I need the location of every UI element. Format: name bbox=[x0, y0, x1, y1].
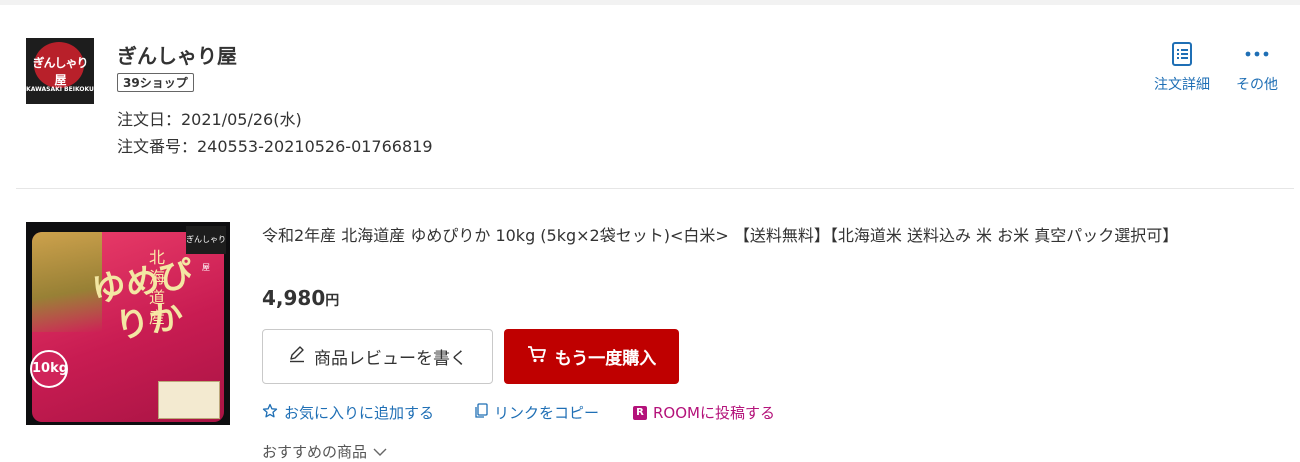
add-favorite-label: お気に入りに追加する bbox=[284, 404, 435, 422]
post-to-room-label: ROOMに投稿する bbox=[653, 404, 775, 422]
copy-icon bbox=[474, 402, 488, 423]
logo-text: ぎんしゃり屋 bbox=[32, 56, 88, 87]
product-title[interactable]: 令和2年産 北海道産 ゆめぴりか 10kg (5kg×2袋セット)<白米> 【送… bbox=[262, 224, 1272, 247]
write-review-button[interactable]: 商品レビューを書く bbox=[262, 329, 493, 384]
order-detail-label: 注文詳細 bbox=[1154, 77, 1210, 93]
copy-link-label: リンクをコピー bbox=[494, 404, 600, 422]
price-value: 4,980 bbox=[262, 286, 326, 310]
product-image[interactable]: ゆめぴりか 北海道産 10kg ぎんしゃり屋 bbox=[26, 222, 230, 425]
product-price: 4,980円 bbox=[262, 286, 339, 310]
image-weight-badge: 10kg bbox=[30, 350, 68, 388]
copy-link[interactable]: リンクをコピー bbox=[474, 402, 599, 423]
order-number: 注文番号：240553-20210526-01766819 bbox=[117, 137, 433, 156]
image-shop-logo: ぎんしゃり屋 bbox=[186, 226, 226, 272]
recommended-label: おすすめの商品 bbox=[262, 443, 368, 461]
room-icon: R bbox=[633, 405, 647, 420]
add-favorite-link[interactable]: お気に入りに追加する bbox=[262, 402, 434, 423]
chevron-down-icon bbox=[373, 443, 387, 461]
order-date: 注文日：2021/05/26(水) bbox=[117, 110, 302, 129]
star-icon bbox=[262, 403, 278, 423]
shop-name[interactable]: ぎんしゃり屋 bbox=[117, 40, 237, 69]
top-band bbox=[0, 0, 1300, 5]
logo-subtext: KAWASAKI BEIKOKU bbox=[26, 86, 94, 93]
buy-again-label: もう一度購入 bbox=[554, 349, 657, 369]
section-divider bbox=[16, 188, 1294, 189]
more-dots-icon bbox=[1231, 40, 1283, 68]
shop-badge: 39ショップ bbox=[117, 73, 194, 92]
image-region-text: 北海道産 bbox=[148, 248, 165, 327]
price-currency: 円 bbox=[325, 293, 340, 309]
buy-again-button[interactable]: もう一度購入 bbox=[504, 329, 679, 384]
more-button[interactable]: その他 bbox=[1231, 40, 1283, 94]
write-review-label: 商品レビューを書く bbox=[314, 349, 467, 369]
image-label-sticker bbox=[158, 381, 220, 419]
order-detail-button[interactable]: 注文詳細 bbox=[1146, 40, 1218, 94]
document-list-icon bbox=[1146, 40, 1218, 68]
pencil-icon bbox=[288, 345, 306, 368]
post-to-room-link[interactable]: R ROOMに投稿する bbox=[633, 402, 775, 423]
more-label: その他 bbox=[1236, 77, 1278, 93]
cart-icon bbox=[527, 345, 547, 368]
shop-logo[interactable]: ぎんしゃり屋 KAWASAKI BEIKOKU bbox=[26, 38, 94, 104]
recommended-items-toggle[interactable]: おすすめの商品 bbox=[262, 441, 387, 462]
